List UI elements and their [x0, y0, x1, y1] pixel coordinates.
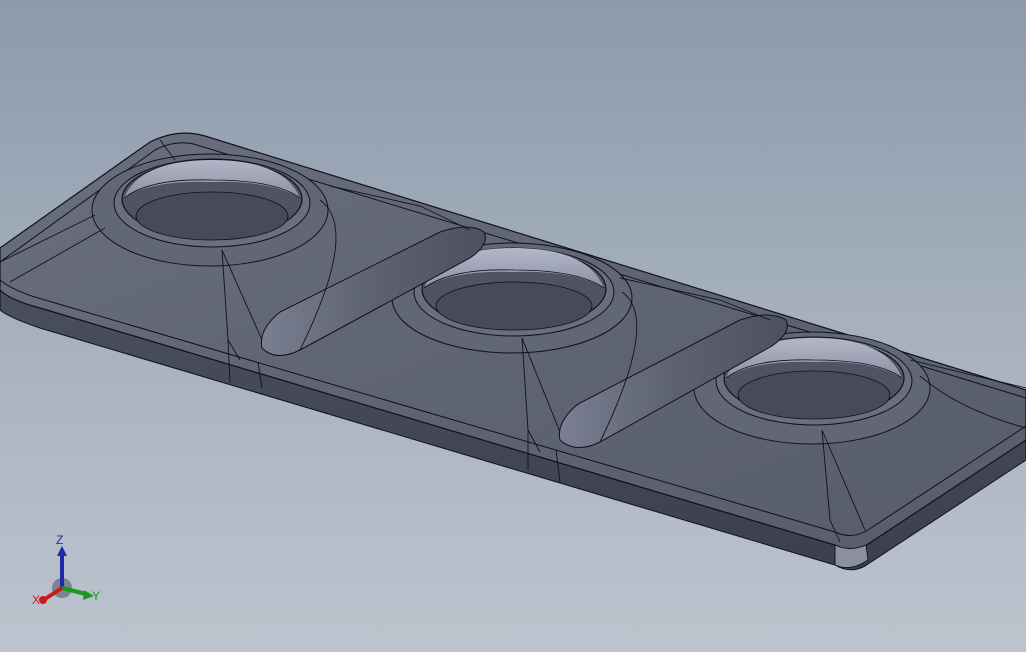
part-model[interactable] — [0, 0, 1026, 652]
x-axis-cap-icon — [39, 596, 47, 604]
boss-left[interactable] — [91, 153, 329, 267]
graphics-viewport[interactable]: Z Y X — [0, 0, 1026, 652]
view-orientation-triad[interactable]: Z Y X — [28, 532, 108, 612]
x-axis-label: X — [32, 593, 40, 607]
z-axis-label: Z — [56, 533, 63, 547]
z-axis-arrow-icon — [57, 546, 67, 556]
y-axis-label: Y — [92, 589, 100, 603]
